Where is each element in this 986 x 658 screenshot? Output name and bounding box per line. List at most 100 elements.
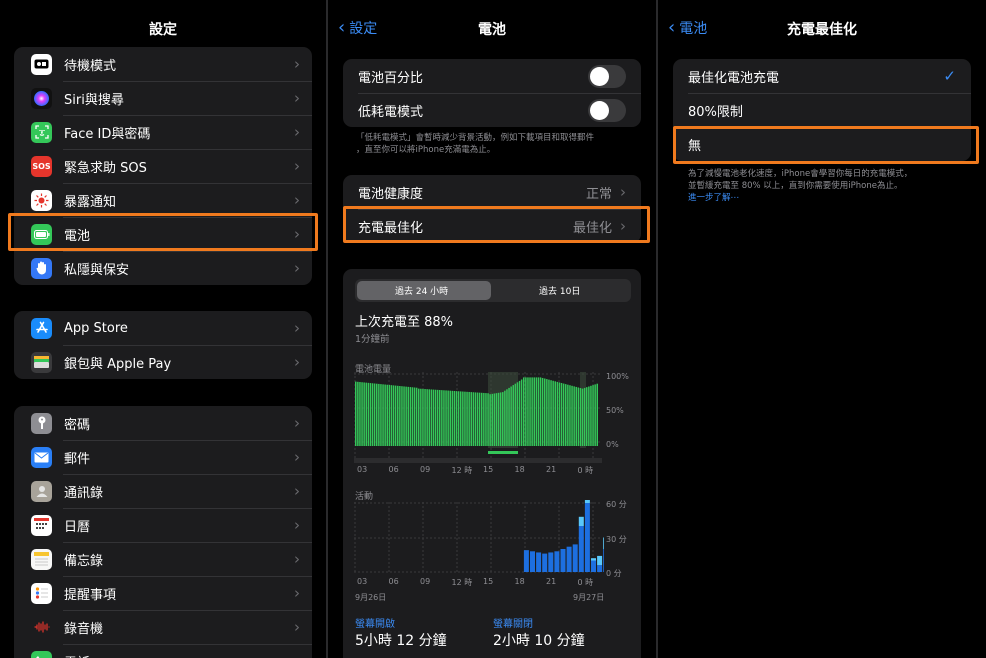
activity-bar [530, 551, 535, 572]
x-tick-label: 18 [514, 465, 525, 474]
battery-percentage-label: 電池百分比 [358, 70, 424, 86]
level-bar [418, 388, 420, 446]
level-bar [504, 390, 506, 446]
activity-bar [578, 526, 584, 572]
level-bar [415, 387, 418, 446]
settings-item-wallet[interactable]: 銀包與 Apple Pay › [14, 345, 312, 379]
mail-icon [31, 446, 52, 468]
level-bar [460, 391, 462, 446]
level-bar [539, 377, 542, 446]
last-charge-time: 1分鐘前 [355, 334, 390, 345]
activity-bar-screen-off [584, 500, 590, 503]
level-bar [523, 377, 525, 446]
settings-item-faceid[interactable]: Face ID與密碼 › [14, 115, 312, 149]
activity-bar [560, 549, 566, 572]
settings-item-mail[interactable]: 郵件 › [14, 440, 312, 474]
level-bar [401, 386, 403, 446]
phone-icon [31, 650, 52, 658]
siri-icon [31, 87, 52, 109]
settings-item-calendar[interactable]: 日曆 › [14, 508, 312, 542]
chevron-right-icon: › [294, 652, 300, 658]
x-tick-label: 18 [514, 577, 525, 586]
level-bar [390, 385, 393, 446]
low-power-toggle[interactable] [588, 98, 626, 122]
settings-item-standby[interactable]: 待機模式 › [14, 47, 312, 81]
chevron-right-icon: › [294, 157, 300, 175]
settings-item-voice-memos[interactable]: 錄音機 › [14, 610, 312, 644]
tab-24h[interactable]: 過去 24 小時 [395, 284, 448, 297]
level-bar [508, 387, 510, 446]
activity-bar [536, 552, 542, 572]
level-bar [531, 377, 533, 446]
level-bar [369, 383, 372, 446]
settings-item-label: 待機模式 [64, 58, 117, 74]
level-bar [562, 383, 565, 446]
settings-item-notes[interactable]: 備忘錄 › [14, 542, 312, 576]
x-tick-label: 03 [357, 465, 368, 474]
settings-item-passwords[interactable]: 密碼 › [14, 406, 312, 440]
battery-health-row[interactable]: 電池健康度 正常 › [343, 175, 641, 209]
level-bar [518, 380, 521, 446]
low-power-note-line: 「低耗電模式」會暫時減少背景活動，例如下載項目和取得郵件 [356, 133, 595, 143]
settings-item-sos[interactable]: SOS 緊急求助 SOS › [14, 149, 312, 183]
level-bar [367, 382, 370, 446]
activity-bar-screen-off [603, 537, 604, 549]
wallet-icon [31, 351, 52, 373]
settings-item-phone[interactable]: 電話 › [14, 644, 312, 658]
activity-bar [542, 553, 548, 572]
level-bar [449, 390, 451, 446]
app-store-icon [31, 317, 52, 339]
x-tick-label: 09 [420, 577, 431, 586]
settings-item-contacts[interactable]: 通訊錄 › [14, 474, 312, 508]
learn-more-link[interactable]: 進一步了解⋯ [688, 192, 978, 204]
level-bar [483, 392, 485, 446]
level-bar [388, 384, 391, 446]
level-bar [376, 383, 378, 446]
level-bar [422, 388, 424, 446]
x-tick-label: 12 時 [451, 466, 473, 475]
battery-highlight-box [8, 213, 318, 251]
level-bar [373, 383, 376, 446]
level-bar [445, 390, 447, 446]
activity-tick: 60 分 [606, 500, 627, 509]
level-bar [371, 383, 374, 446]
charging-highlight-box [343, 206, 650, 243]
settings-item-reminders[interactable]: 提醒事項 › [14, 576, 312, 610]
level-bar [476, 392, 479, 446]
level-bar [409, 387, 412, 446]
level-bar [556, 381, 559, 446]
settings-item-app-store[interactable]: App Store › [14, 311, 312, 345]
activity-bar-screen-off [597, 555, 603, 566]
low-power-note: 「低耗電模式」會暫時減少背景活動，例如下載項目和取得郵件 ，直至你可以將iPho… [356, 132, 646, 156]
screen-on-value: 5小時 12 分鐘 [355, 633, 447, 649]
x-tick-label: 06 [388, 577, 399, 586]
level-bar [577, 387, 580, 446]
battery-percentage-toggle[interactable] [588, 64, 626, 88]
privacy-hand-icon [31, 257, 52, 279]
settings-group-2: App Store › 銀包與 Apple Pay › [14, 311, 312, 379]
charging-panel: ‹ 電池 充電最佳化 最佳化電池充電 ✓ 80%限制 無 為了減慢電池老化速度，… [658, 0, 986, 658]
level-bar [487, 393, 489, 446]
option-label: 最佳化電池充電 [688, 70, 780, 86]
charging-note-line: 為了減慢電池老化速度，iPhone會學習你每日的充電模式， [688, 169, 913, 179]
level-bar [436, 389, 439, 446]
level-bar [489, 394, 491, 446]
level-bar [565, 384, 567, 446]
activity-bar [603, 549, 604, 572]
x-tick-label: 06 [388, 465, 399, 474]
level-bar [560, 383, 563, 446]
x-tick-label: 21 [546, 577, 557, 586]
level-bar [544, 378, 546, 446]
option-optimized[interactable]: 最佳化電池充電 ✓ [673, 59, 971, 93]
settings-item-siri[interactable]: Siri與搜尋 › [14, 81, 312, 115]
level-bar [432, 389, 435, 446]
x-tick-label: 09 [420, 465, 431, 474]
activity-bar-screen-off [591, 558, 596, 561]
level-bar [466, 391, 468, 446]
settings-item-label: 私隱與保安 [64, 262, 130, 278]
settings-item-exposure[interactable]: 暴露通知 › [14, 183, 312, 217]
settings-item-privacy[interactable]: 私隱與保安 › [14, 251, 312, 285]
settings-group-3: 密碼 › 郵件 › 通訊錄 › 日曆 › 備忘錄 › 提醒事項 › 錄音機 › [14, 406, 312, 658]
tab-10d[interactable]: 過去 10日 [539, 284, 580, 297]
option-80-limit[interactable]: 80%限制 [673, 93, 971, 127]
